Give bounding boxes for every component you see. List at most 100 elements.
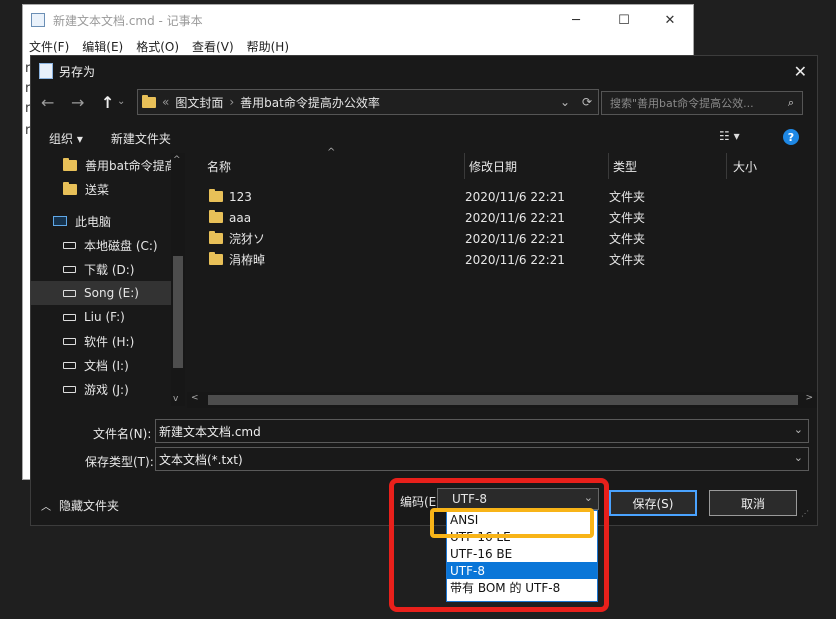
up-icon[interactable]: ↑ [101,93,114,112]
menu-file[interactable]: 文件(F) [29,38,69,55]
file-name: 涓栫晫 [229,253,266,267]
sidebar-item-label: 文档 (I:) [84,358,129,373]
file-list: ^ 名称 修改日期 类型 大小 123 2020/11/6 22:21 文件夹 … [187,147,817,393]
file-row[interactable]: aaa 2020/11/6 22:21 文件夹 [209,207,645,228]
sidebar-item-label: 游戏 (J:) [84,382,129,397]
notepad-menubar: 文件(F) 编辑(E) 格式(O) 查看(V) 帮助(H) [23,35,693,57]
folder-icon [63,181,77,195]
new-folder-button[interactable]: 新建文件夹 [111,130,171,147]
folder-icon [63,157,77,171]
navigation-pane: 善用bat命令提高 送菜 此电脑 本地磁盘 (C:) 下载 (D:) Song … [31,153,185,406]
sidebar-item[interactable]: 本地磁盘 (C:) [63,233,158,257]
sidebar-item-this-pc[interactable]: 此电脑 [53,209,111,233]
drive-icon [63,265,76,273]
back-icon[interactable]: ← [41,93,54,112]
column-header-date[interactable]: 修改日期 [465,153,609,179]
sidebar-item-label: 此电脑 [75,214,112,229]
address-bar[interactable]: « 图文封面 › 善用bat命令提高办公效率 ⌄ ⟳ [137,89,599,115]
sidebar-item[interactable]: 送菜 [63,177,109,201]
search-icon[interactable]: ⌕ [788,96,794,110]
breadcrumb-item[interactable]: 善用bat命令提高办公效率 [240,94,380,111]
folder-icon [209,252,223,265]
organize-button[interactable]: 组织 ▾ [49,130,83,147]
scroll-right-icon[interactable]: > [805,393,813,403]
chevron-down-icon[interactable]: ⌄ [794,423,803,436]
sidebar-item-selected[interactable]: Song (E:) [31,281,171,305]
menu-edit[interactable]: 编辑(E) [82,38,123,55]
file-row[interactable]: 涓栫晫 2020/11/6 22:21 文件夹 [209,249,645,270]
drive-icon [63,241,76,249]
breadcrumb-separator-icon: › [229,95,235,109]
sidebar-item[interactable]: 游戏 (J:) [63,377,129,401]
address-dropdown-icon[interactable]: ⌄ [560,95,570,109]
toolbar: 组织 ▾ 新建文件夹 [31,122,817,154]
horizontal-scroll-thumb[interactable] [208,395,798,405]
file-type: 文件夹 [609,253,646,267]
file-row[interactable]: 浣犲ソ 2020/11/6 22:21 文件夹 [209,228,645,249]
file-type: 文件夹 [609,211,646,225]
drive-icon [63,313,76,321]
dialog-titlebar: 另存为 ✕ [31,56,817,86]
search-input[interactable]: 搜索"善用bat命令提高公效... ⌕ [601,91,803,115]
breadcrumb-item[interactable]: 图文封面 [175,94,223,111]
dialog-close-button[interactable]: ✕ [794,62,807,81]
file-name: aaa [229,210,252,225]
column-header-name[interactable]: 名称 [187,153,465,179]
save-as-dialog: 另存为 ✕ ← → ↑ ⌄ « 图文封面 › 善用bat命令提高办公效率 ⌄ ⟳… [30,55,818,526]
refresh-icon[interactable]: ⟳ [582,95,592,109]
filetype-select[interactable]: 文本文档(*.txt) ⌄ [155,447,809,471]
document-icon [39,63,53,79]
drive-icon [63,289,76,297]
column-header-type[interactable]: 类型 [609,153,727,179]
recent-chevron-icon[interactable]: ⌄ [117,96,125,107]
sidebar-item-label: 本地磁盘 (C:) [84,238,158,253]
filetype-label: 保存类型(T): [85,455,154,469]
overflow-icon[interactable]: « [162,95,169,109]
scroll-down-icon[interactable]: v [173,394,178,404]
file-type: 文件夹 [609,232,646,246]
forward-icon[interactable]: → [71,93,84,112]
chevron-down-icon[interactable]: ⌄ [794,451,803,464]
column-header-size[interactable]: 大小 [727,153,817,179]
file-date: 2020/11/6 22:21 [465,189,565,204]
cancel-button[interactable]: 取消 [709,490,797,516]
filename-input[interactable]: 新建文本文档.cmd ⌄ [155,419,809,443]
sidebar-item-label: Liu (F:) [84,310,125,324]
sidebar-item-label: 善用bat命令提高 [85,158,177,173]
menu-help[interactable]: 帮助(H) [247,38,289,55]
folder-icon [142,94,156,108]
sidebar-item[interactable]: 善用bat命令提高 [63,153,177,177]
search-placeholder: 搜索"善用bat命令提高公效... [610,97,754,110]
filename-value: 新建文本文档.cmd [159,424,261,439]
close-button[interactable]: ✕ [647,5,693,35]
drive-icon [63,337,76,345]
menu-view[interactable]: 查看(V) [192,38,234,55]
help-icon[interactable]: ? [783,129,799,145]
maximize-button[interactable]: ☐ [601,5,647,35]
folder-icon [209,231,223,244]
file-date: 2020/11/6 22:21 [465,210,565,225]
drive-icon [63,361,76,369]
save-button[interactable]: 保存(S) [609,490,697,516]
sidebar-item-label: 软件 (H:) [84,334,135,349]
menu-format[interactable]: 格式(O) [136,38,179,55]
sidebar-scroll-thumb[interactable] [173,256,183,368]
sidebar-item[interactable]: 文档 (I:) [63,353,129,377]
chevron-up-icon: ︿ [41,502,51,513]
sidebar-item-label: 下载 (D:) [84,262,135,277]
sidebar-item[interactable]: 软件 (H:) [63,329,134,353]
sidebar-item[interactable]: Liu (F:) [63,305,125,329]
sidebar-item[interactable]: 下载 (D:) [63,257,134,281]
notepad-title: 新建文本文档.cmd - 记事本 [53,13,203,28]
drive-icon [63,385,76,393]
file-date: 2020/11/6 22:21 [465,252,565,267]
file-row[interactable]: 123 2020/11/6 22:21 文件夹 [209,186,645,207]
file-date: 2020/11/6 22:21 [465,231,565,246]
computer-icon [53,216,67,226]
hide-folders-toggle[interactable]: ︿ 隐藏文件夹 [41,497,119,514]
resize-grip-icon[interactable]: ⋰ [801,509,811,519]
minimize-button[interactable]: ─ [553,5,599,35]
scroll-left-icon[interactable]: < [191,393,199,403]
scroll-up-icon[interactable]: ^ [173,155,181,165]
view-options-icon[interactable]: ☷ ▾ [719,129,740,143]
